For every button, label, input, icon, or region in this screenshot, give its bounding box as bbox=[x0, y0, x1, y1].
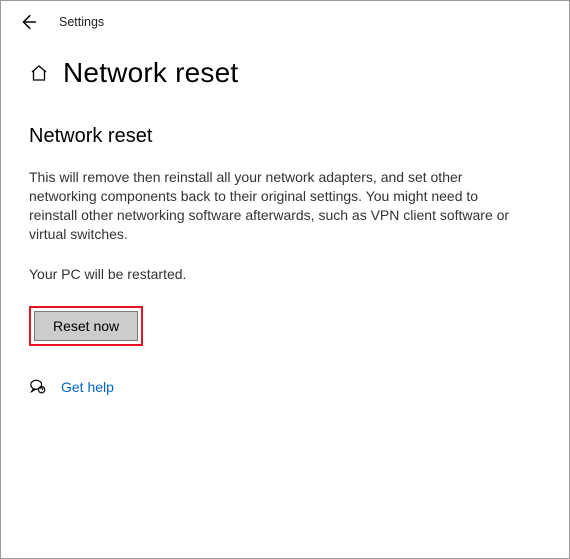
section-subtitle: Network reset bbox=[29, 125, 541, 148]
section-description: This will remove then reinstall all your… bbox=[29, 168, 519, 244]
page-title: Network reset bbox=[63, 57, 238, 89]
back-arrow-icon[interactable] bbox=[19, 13, 37, 31]
reset-highlight: Reset now bbox=[29, 306, 143, 346]
page-header: Network reset bbox=[29, 57, 541, 89]
restart-note: Your PC will be restarted. bbox=[29, 266, 541, 282]
reset-now-button[interactable]: Reset now bbox=[34, 311, 138, 341]
titlebar-label: Settings bbox=[59, 15, 104, 29]
titlebar: Settings bbox=[1, 1, 569, 35]
get-help-icon[interactable] bbox=[29, 378, 47, 396]
home-icon[interactable] bbox=[29, 63, 49, 83]
page-content: Network reset Network reset This will re… bbox=[1, 35, 569, 396]
help-row: Get help bbox=[29, 378, 541, 396]
get-help-link[interactable]: Get help bbox=[61, 379, 114, 395]
